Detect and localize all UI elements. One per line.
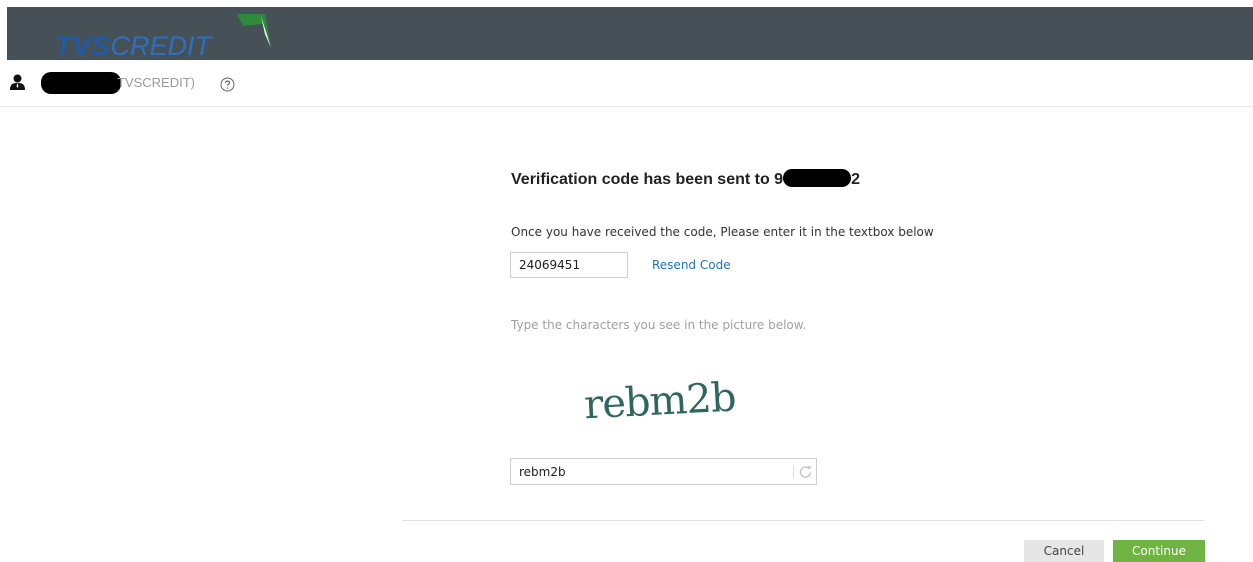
captcha-image: rebm2b <box>583 375 737 429</box>
refresh-icon[interactable] <box>798 464 813 479</box>
user-icon <box>10 74 25 90</box>
verification-title: Verification code has been sent to 9 2 <box>511 169 860 189</box>
top-bar: TVS CREDIT <box>7 7 1253 60</box>
captcha-hint-text: Type the characters you see in the pictu… <box>511 318 807 332</box>
captcha-input[interactable] <box>511 459 781 484</box>
captcha-field <box>510 458 817 485</box>
verification-code-input[interactable] <box>510 252 628 278</box>
actions-divider <box>402 520 1205 521</box>
tvs-credit-logo: TVS CREDIT <box>55 14 271 61</box>
user-name-suffix: TVSCREDIT) <box>117 75 195 90</box>
verification-title-prefix: Verification code has been sent to 9 <box>511 171 784 188</box>
resend-code-link[interactable]: Resend Code <box>652 258 731 272</box>
logo-flag-icon <box>237 14 271 48</box>
refresh-separator <box>793 465 794 478</box>
verification-title-suffix: 2 <box>851 171 860 188</box>
redacted-phone-number <box>783 169 852 187</box>
captcha-image-text: rebm2b <box>583 375 737 429</box>
logo-brand-light: CREDIT <box>110 31 212 61</box>
user-bar: TVSCREDIT) <box>0 60 1253 107</box>
redacted-user-name <box>41 72 121 94</box>
help-circle-icon[interactable] <box>220 77 235 92</box>
logo-brand-bold: TVS <box>55 31 111 61</box>
code-instruction-text: Once you have received the code, Please … <box>511 225 934 239</box>
